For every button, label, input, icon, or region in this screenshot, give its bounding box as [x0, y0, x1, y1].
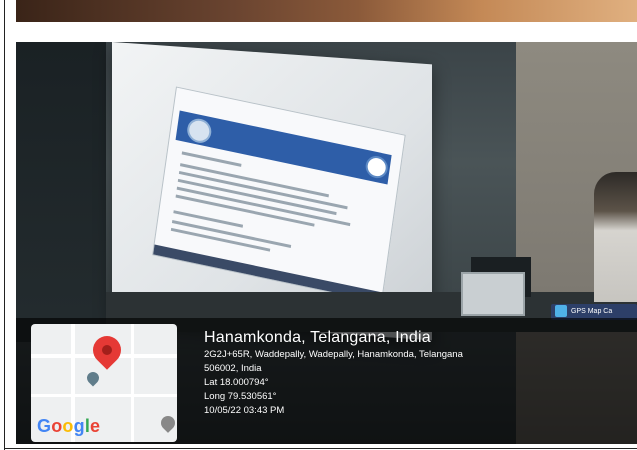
page: GPS Map Ca Google Hanamkonda, Telangana,… — [0, 0, 637, 450]
map-road — [31, 394, 177, 397]
address-line-1: 2G2J+65R, Waddepally, Wadepally, Hanamko… — [204, 349, 463, 360]
google-logo: Google — [37, 416, 101, 436]
presenter-person — [594, 172, 637, 302]
map-pin-icon — [87, 330, 127, 370]
location-title: Hanamkonda, Telangana, India — [204, 329, 431, 346]
left-border — [4, 0, 5, 450]
camera-app-icon — [555, 305, 567, 318]
location-marker-icon — [84, 369, 102, 387]
latitude: Lat 18.000794° — [204, 377, 269, 388]
gps-badge-text: GPS Map Ca — [571, 308, 613, 315]
datetime: 10/05/22 03:43 PM — [204, 405, 285, 416]
map-corner-pin-icon — [158, 413, 177, 433]
projected-text-line — [177, 178, 337, 216]
address-line-2: 506002, India — [204, 363, 262, 374]
geotag-info: Hanamkonda, Telangana, India 2G2J+65R, W… — [204, 328, 634, 418]
projected-header-bar — [175, 110, 392, 185]
map-road — [131, 324, 134, 442]
previous-photo-strip — [16, 0, 637, 22]
bottom-border — [4, 448, 637, 449]
location-map-thumbnail: Google — [31, 324, 177, 442]
classroom-photo: GPS Map Ca Google Hanamkonda, Telangana,… — [16, 42, 637, 444]
dark-window — [16, 42, 106, 342]
longitude: Long 79.530561° — [204, 391, 277, 402]
laptop — [461, 272, 525, 316]
projected-document — [152, 86, 406, 304]
